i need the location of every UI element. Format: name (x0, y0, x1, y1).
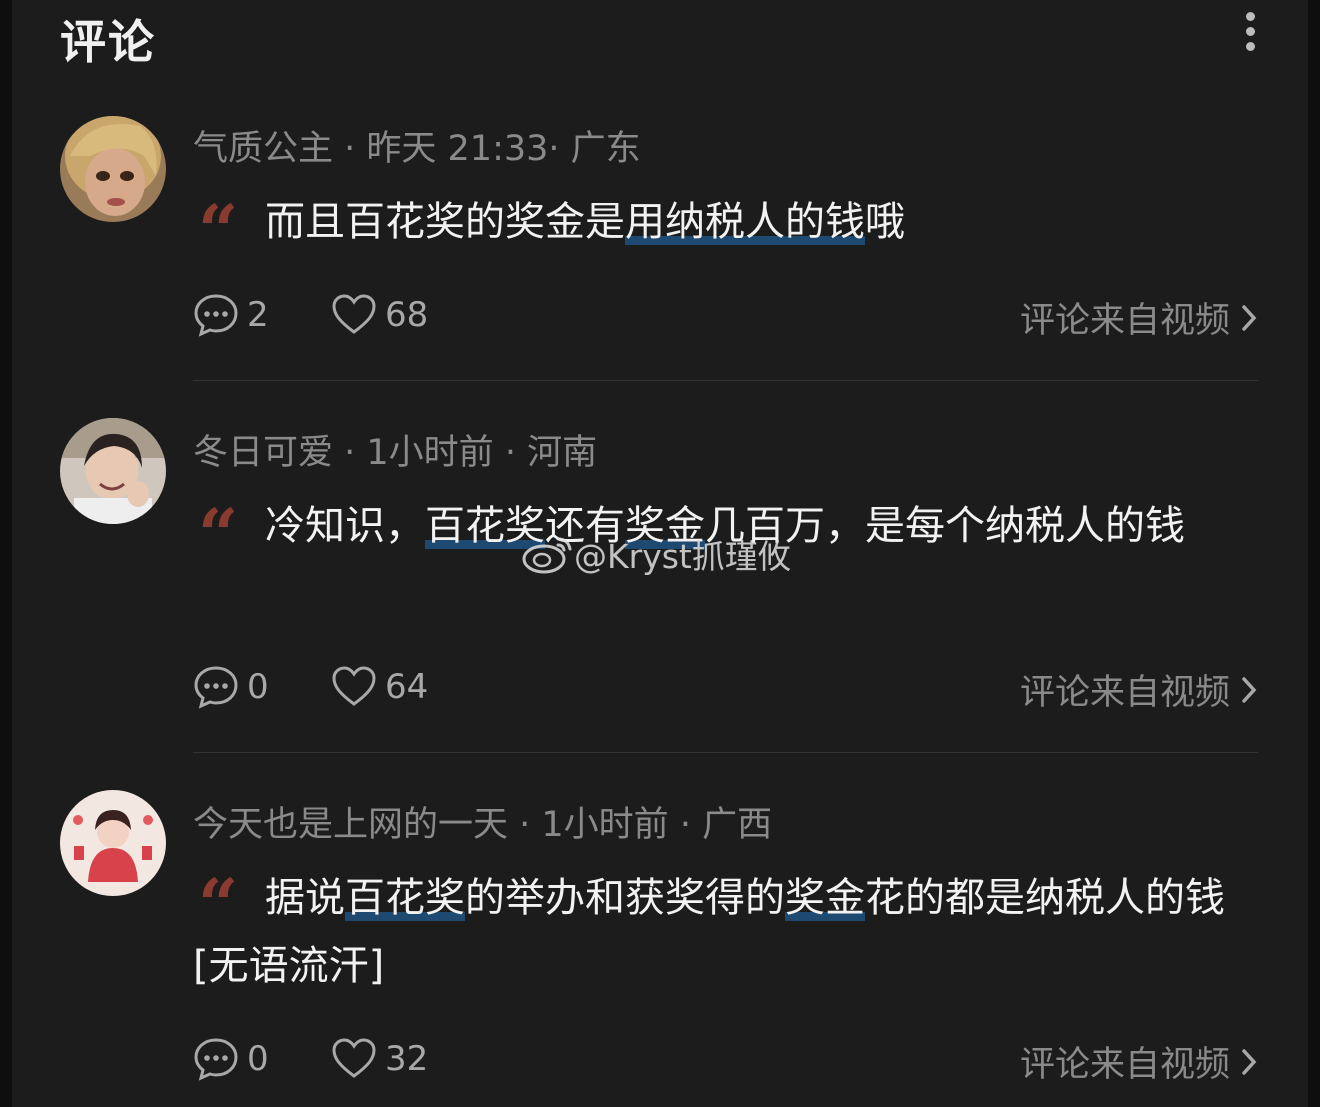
source-label: 评论来自视频 (1019, 1045, 1230, 1085)
comment-text: 而且百花奖的奖金是用纳税人的钱哦 (193, 188, 1258, 256)
text-segment: 冷知识， (265, 503, 425, 549)
heart-icon (332, 1038, 376, 1078)
like-count: 68 (385, 295, 429, 335)
reply-count: 2 (247, 295, 269, 335)
watermark-text: @Kryst抓瑾攸 (574, 537, 791, 576)
weibo-logo-icon (522, 537, 572, 574)
chevron-right-icon (1242, 676, 1257, 703)
reply-count: 0 (247, 1039, 269, 1079)
weibo-watermark: @Kryst抓瑾攸 (522, 530, 791, 578)
avatar[interactable] (60, 418, 166, 524)
reply-button[interactable]: 0 (193, 664, 269, 710)
comment-actions: 0 32 评论来自视频 (193, 1036, 1258, 1086)
comment-region: 广东 (570, 129, 641, 169)
page-title: 评论 (60, 15, 156, 69)
highlighted-keyword[interactable]: 百花奖 (345, 875, 465, 921)
like-button[interactable]: 68 (331, 292, 428, 338)
reply-count: 0 (247, 667, 269, 707)
comment-text: 据说百花奖的举办和获奖得的奖金花的都是纳税人的钱[无语流汗] (193, 864, 1258, 1000)
text-segment: 哦 (865, 199, 905, 245)
comment-bubble-icon (194, 1038, 238, 1081)
reply-button[interactable]: 0 (193, 1036, 269, 1082)
comment-meta: 冬日可爱 · 1小时前 · 河南 (193, 433, 598, 473)
text-segment: 而且百花奖的奖金是 (265, 199, 625, 245)
comments-header: 评论 (60, 0, 1310, 70)
source-video-link[interactable]: 评论来自视频 (1020, 664, 1258, 715)
highlighted-keyword[interactable]: 奖金 (785, 875, 865, 921)
comment-time: 1小时前 (541, 805, 669, 845)
comment-region: 河南 (527, 433, 598, 473)
username[interactable]: 气质公主 (193, 129, 333, 169)
comment-bubble-icon (194, 294, 238, 337)
right-edge (1308, 0, 1320, 1107)
source-video-link[interactable]: 评论来自视频 (1020, 292, 1258, 343)
comment-bubble-icon (194, 666, 238, 709)
username[interactable]: 今天也是上网的一天 (193, 805, 508, 845)
like-button[interactable]: 32 (331, 1036, 428, 1082)
reply-button[interactable]: 2 (193, 292, 269, 338)
source-label: 评论来自视频 (1019, 673, 1230, 713)
heart-icon (332, 666, 376, 706)
avatar[interactable] (60, 116, 166, 222)
source-video-link[interactable]: 评论来自视频 (1020, 1036, 1258, 1087)
like-button[interactable]: 64 (331, 664, 428, 710)
comment-meta: 气质公主 · 昨天 21:33· 广东 (193, 129, 641, 169)
comment-region: 广西 (702, 805, 773, 845)
left-edge (0, 0, 12, 1107)
divider (193, 752, 1258, 753)
like-count: 32 (385, 1039, 429, 1079)
divider (193, 380, 1258, 381)
highlighted-keyword[interactable]: 用纳税人的钱 (625, 199, 865, 245)
comment-time: 1小时前 (366, 433, 494, 473)
comment-meta: 今天也是上网的一天 · 1小时前 · 广西 (193, 805, 773, 845)
source-label: 评论来自视频 (1019, 301, 1230, 341)
text-segment: 据说 (265, 875, 345, 921)
chevron-right-icon (1242, 1048, 1257, 1075)
avatar[interactable] (60, 790, 166, 896)
more-options-icon[interactable] (1238, 12, 1262, 56)
like-count: 64 (385, 667, 429, 707)
text-segment: 的举办和获奖得的 (465, 875, 785, 921)
chevron-right-icon (1242, 304, 1257, 331)
comment-time: 昨天 21:33 (366, 129, 549, 169)
comment-actions: 2 68 评论来自视频 (193, 292, 1258, 342)
comment-actions: 0 64 评论来自视频 (193, 664, 1258, 714)
heart-icon (332, 294, 376, 334)
username[interactable]: 冬日可爱 (193, 433, 333, 473)
